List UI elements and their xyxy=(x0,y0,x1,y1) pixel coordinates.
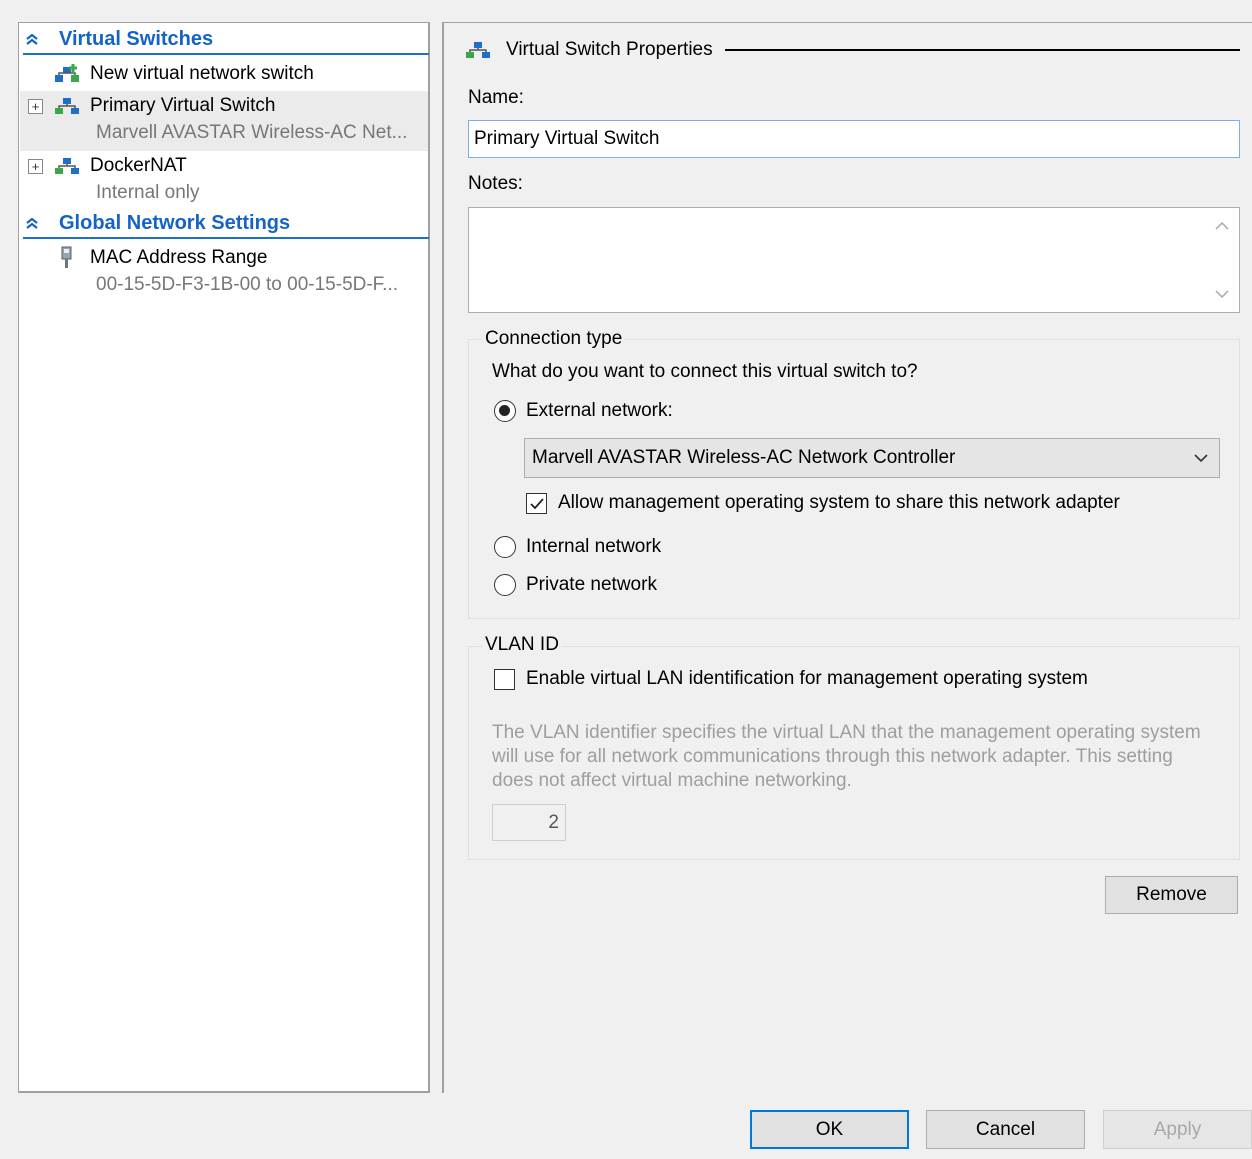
network-adapter-icon xyxy=(53,246,81,269)
header-divider xyxy=(724,49,1240,51)
vlan-id-value: 2 xyxy=(548,811,559,833)
checkmark-icon xyxy=(529,497,544,509)
scroll-up-icon[interactable] xyxy=(1215,218,1229,234)
section-global-label: Global Network Settings xyxy=(59,211,291,234)
adapter-select-value: Marvell AVASTAR Wireless-AC Network Cont… xyxy=(532,447,956,468)
virtual-switch-icon xyxy=(53,95,81,117)
properties-header: Virtual Switch Properties xyxy=(464,37,1240,63)
tree-item-label: MAC Address Range xyxy=(90,247,268,268)
enable-vlan-label[interactable]: Enable virtual LAN identification for ma… xyxy=(526,668,1088,690)
external-network-radio[interactable] xyxy=(494,400,516,422)
tree-item-detail: Marvell AVASTAR Wireless-AC Net... xyxy=(96,122,408,143)
tree-item-new-switch[interactable]: New virtual network switch xyxy=(20,59,428,89)
properties-panel: Virtual Switch Properties Name: Primary … xyxy=(442,22,1252,1093)
tree-item-detail: 00-15-5D-F3-1B-00 to 00-15-5D-F... xyxy=(96,274,399,295)
expand-plus-icon[interactable]: + xyxy=(28,98,43,114)
private-network-label[interactable]: Private network xyxy=(526,574,657,596)
virtual-switch-icon xyxy=(464,39,492,61)
internal-network-radio[interactable] xyxy=(494,536,516,558)
vlan-id-input[interactable]: 2 xyxy=(492,804,566,841)
tree-item-label: DockerNAT xyxy=(90,155,187,176)
private-network-radio[interactable] xyxy=(494,574,516,596)
ok-button[interactable]: OK xyxy=(750,1110,909,1149)
section-global-network-settings[interactable]: Global Network Settings xyxy=(23,209,429,239)
notes-label: Notes: xyxy=(468,173,523,194)
name-input-value: Primary Virtual Switch xyxy=(474,128,660,149)
connection-type-title: Connection type xyxy=(482,328,626,350)
external-network-label[interactable]: External network: xyxy=(526,400,673,422)
new-switch-icon xyxy=(53,63,81,85)
new-switch-label: New virtual network switch xyxy=(90,63,314,84)
tree-item-mac-range[interactable]: MAC Address Range 00-15-5D-F3-1B-00 to 0… xyxy=(20,243,428,301)
name-input[interactable]: Primary Virtual Switch xyxy=(468,120,1240,158)
collapse-chevron-icon[interactable] xyxy=(25,32,45,46)
chevron-down-icon xyxy=(1193,449,1209,471)
virtual-switch-icon xyxy=(53,155,81,177)
vlan-title: VLAN ID xyxy=(482,634,562,656)
share-adapter-label[interactable]: Allow management operating system to sha… xyxy=(558,492,1120,514)
section-virtual-switches[interactable]: Virtual Switches xyxy=(23,25,429,55)
remove-button[interactable]: Remove xyxy=(1105,876,1238,914)
collapse-chevron-icon[interactable] xyxy=(25,216,45,230)
adapter-select[interactable]: Marvell AVASTAR Wireless-AC Network Cont… xyxy=(524,438,1220,478)
enable-vlan-checkbox[interactable] xyxy=(494,669,515,690)
section-virtual-switches-label: Virtual Switches xyxy=(59,27,214,50)
internal-network-label[interactable]: Internal network xyxy=(526,536,661,558)
properties-title: Virtual Switch Properties xyxy=(506,39,713,60)
share-adapter-checkbox[interactable] xyxy=(526,493,547,514)
name-label: Name: xyxy=(468,87,524,108)
tree-panel: Virtual Switches New virtual network swi… xyxy=(18,22,430,1093)
vlan-description: The VLAN identifier specifies the virtua… xyxy=(492,722,1201,791)
tree-item-detail: Internal only xyxy=(96,182,200,203)
tree-item-label: Primary Virtual Switch xyxy=(90,95,276,116)
tree-item-dockernat[interactable]: + DockerNAT Internal only xyxy=(20,151,428,209)
apply-button[interactable]: Apply xyxy=(1103,1110,1252,1149)
scroll-down-icon[interactable] xyxy=(1215,286,1229,302)
expand-plus-icon[interactable]: + xyxy=(28,158,43,174)
connection-question: What do you want to connect this virtual… xyxy=(492,361,918,382)
notes-textarea[interactable] xyxy=(468,207,1240,313)
cancel-button[interactable]: Cancel xyxy=(926,1110,1085,1149)
tree-item-primary-switch[interactable]: + Primary Virtual Switch Marvell AVASTAR… xyxy=(20,91,428,151)
